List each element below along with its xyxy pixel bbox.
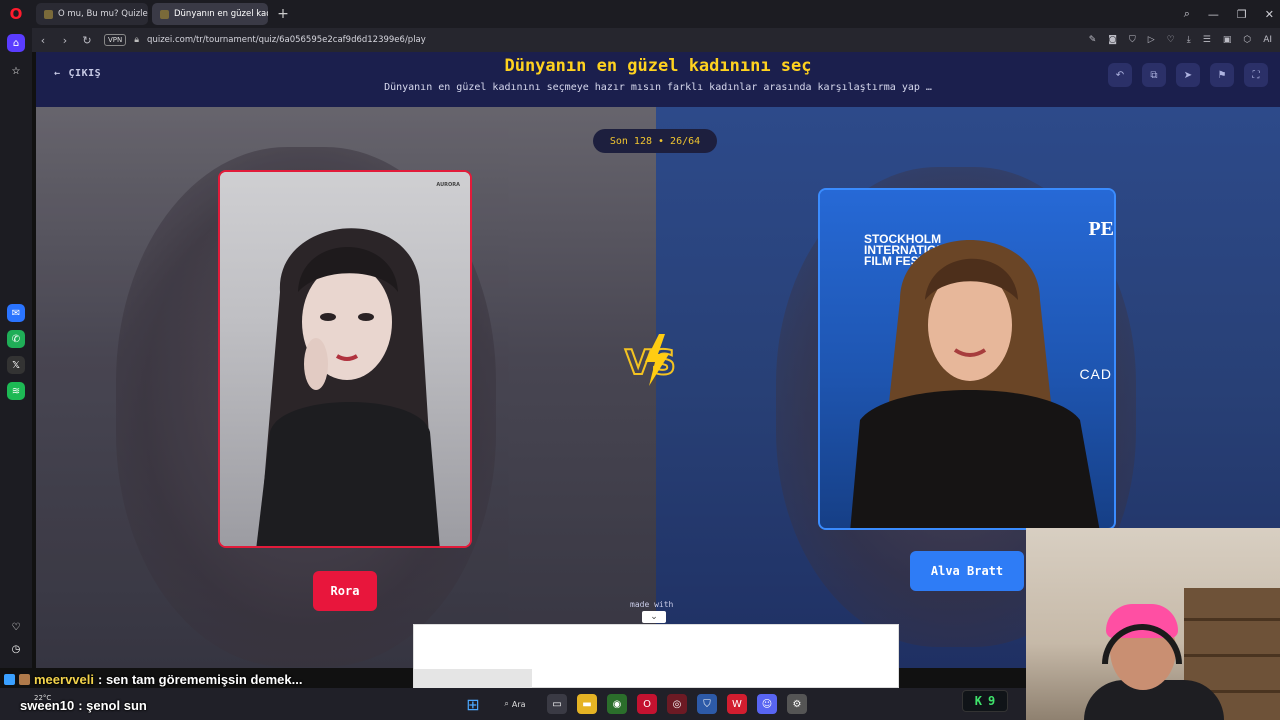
star-icon[interactable]: ☆ (7, 62, 25, 80)
shelf-row (1184, 618, 1280, 621)
camera-icon[interactable]: ◙ (1108, 35, 1117, 45)
taskbar-icons: ⊞ ⌕ Ara ▭ ▬ ◉ O ◎ ⛉ W ☺ ⚙ (463, 692, 807, 716)
copy-icon[interactable]: ⧉ (1142, 63, 1166, 87)
fullscreen-icon[interactable]: ⛶ (1244, 63, 1268, 87)
chat-badge-icon (19, 674, 30, 685)
whatsapp-icon[interactable]: ✆ (7, 330, 25, 348)
file-explorer-icon[interactable]: ▬ (577, 694, 597, 714)
heart-icon[interactable]: ♡ (7, 618, 25, 636)
profile-avatar[interactable]: ▣ (1223, 35, 1232, 45)
address-bar: ‹ › ↻ VPN 🔒︎ quizei.com/tr/tournament/qu… (32, 28, 1280, 52)
flag-icon[interactable]: ⚑ (1210, 63, 1234, 87)
contestant-card-left[interactable]: AURORA (218, 170, 472, 548)
search-icon[interactable]: ⌕ (1184, 7, 1190, 21)
tab-label: Dünyanın en güzel kadını (174, 9, 268, 19)
webcam-overlay (1026, 528, 1280, 720)
chat-message: meervveli : sen tam görememişsin demek..… (4, 672, 302, 687)
shield-app-icon[interactable]: ⛉ (697, 694, 717, 714)
url-field[interactable]: quizei.com/tr/tournament/quiz/6a056595e2… (147, 35, 426, 45)
extensions-icon[interactable]: ⬡ (1243, 35, 1251, 45)
reload-icon[interactable]: ↻ (76, 28, 98, 52)
ad-banner[interactable] (413, 624, 899, 689)
address-bar-tools: ✎ ◙ ⛉ ▷ ♡ ⤓ ☰ ▣ ⬡ AI (1089, 28, 1272, 52)
chat-message: sween10 : şenol sun (20, 698, 147, 713)
kick-viewer-badge: K 9 (962, 690, 1008, 712)
windows-start-icon[interactable]: ⊞ (463, 694, 483, 714)
vpn-badge[interactable]: VPN (104, 34, 127, 46)
play-icon[interactable]: ▷ (1148, 35, 1155, 45)
portrait-left-illustration (256, 228, 440, 546)
viewer-count: 9 (988, 694, 996, 708)
search-label: Ara (511, 699, 526, 709)
quiz-subtitle: Dünyanın en güzel kadınını seçmeye hazır… (384, 82, 932, 93)
shield-icon[interactable]: ⛉ (1129, 35, 1136, 45)
x-icon[interactable]: 𝕏 (7, 356, 25, 374)
versus-icon: VS (624, 334, 677, 386)
ai-label: AI (1263, 35, 1272, 45)
lock-icon: 🔒︎ (134, 35, 140, 45)
ai-button[interactable]: AI (1263, 35, 1272, 45)
opera-gx-icon[interactable]: O (637, 694, 657, 714)
browser-sidebar: ⌂ ☆ ✉ ✆ 𝕏 ≋ ♡ ◷ (0, 28, 32, 668)
history-icon[interactable]: ◷ (7, 640, 25, 658)
undo-icon[interactable]: ↶ (1108, 63, 1132, 87)
browser-tab-2[interactable]: Dünyanın en güzel kadını (152, 3, 268, 25)
task-view-icon[interactable]: ▭ (547, 694, 567, 714)
chat-text: : sen tam görememişsin demek... (98, 672, 303, 687)
svg-text:VS: VS (625, 343, 676, 383)
browser-tab-bar: O O mu, Bu mu? Quizleri | Tü Dünyanın en… (0, 0, 1280, 28)
chevron-down-icon[interactable]: ⌄ (642, 611, 666, 623)
menu-icon[interactable]: ☰ (1203, 35, 1211, 45)
quiz-title: Dünyanın en güzel kadınını seç (504, 56, 812, 76)
taskbar-search[interactable]: ⌕ Ara (493, 694, 537, 714)
edit-icon[interactable]: ✎ (1089, 35, 1097, 45)
portrait-right-illustration (850, 240, 1100, 528)
tab-favicon-icon (44, 9, 53, 19)
chat-username: meervveli (34, 672, 94, 687)
search-icon: ⌕ (504, 699, 509, 708)
opera-icon[interactable]: ◎ (667, 694, 687, 714)
discord-icon[interactable]: ☺ (757, 694, 777, 714)
chat-username: sween10 (20, 698, 75, 713)
messenger-icon[interactable]: ✉ (7, 304, 25, 322)
quiz-header: ← ÇIKIŞ Dünyanın en güzel kadınını seç D… (36, 52, 1280, 107)
chat-text: : şenol sun (78, 698, 147, 713)
wps-office-icon[interactable]: W (727, 694, 747, 714)
contestant-photo-left: AURORA (220, 172, 470, 546)
contestant-card-right[interactable]: STOCKHOLM INTERNATIONAL FILM FEST PE CAD (818, 188, 1116, 530)
screen: O O mu, Bu mu? Quizleri | Tü Dünyanın en… (0, 0, 1280, 720)
browser-tab-1[interactable]: O mu, Bu mu? Quizleri | Tü (36, 3, 148, 25)
shelf-row (1184, 654, 1280, 657)
settings-icon[interactable]: ⚙ (787, 694, 807, 714)
forward-icon[interactable]: › (54, 28, 76, 52)
ad-placeholder (414, 669, 532, 689)
new-tab-icon[interactable]: + (274, 5, 292, 23)
kick-logo-icon: K (974, 694, 982, 708)
contestant-photo-right: STOCKHOLM INTERNATIONAL FILM FEST PE CAD (820, 190, 1114, 528)
heart-icon[interactable]: ♡ (1167, 35, 1175, 45)
made-with-label: made with (630, 600, 674, 609)
close-icon[interactable]: ✕ (1265, 8, 1274, 21)
contestant-name-left-button[interactable]: Rora (313, 571, 377, 611)
spotify-icon[interactable]: ≋ (7, 382, 25, 400)
header-actions: ↶ ⧉ ➤ ⚑ ⛶ (1108, 63, 1268, 87)
share-icon[interactable]: ➤ (1176, 63, 1200, 87)
round-indicator: Son 128 • 26/64 (593, 129, 717, 153)
window-controls: ⌕ — ❐ ✕ (1184, 0, 1274, 28)
contestant-name-right-button[interactable]: Alva Bratt (910, 551, 1024, 591)
opera-logo-icon[interactable]: O (0, 0, 32, 28)
minimize-icon[interactable]: — (1208, 8, 1219, 21)
back-icon[interactable]: ‹ (32, 28, 54, 52)
tab-label: O mu, Bu mu? Quizleri | Tü (58, 9, 148, 19)
card-watermark: AURORA (436, 182, 460, 188)
chat-badge-icon (4, 674, 15, 685)
nvidia-icon[interactable]: ◉ (607, 694, 627, 714)
home-icon[interactable]: ⌂ (7, 34, 25, 52)
tab-favicon-icon (160, 9, 169, 19)
restore-icon[interactable]: ❐ (1237, 8, 1247, 21)
download-icon[interactable]: ⤓ (1187, 35, 1191, 45)
